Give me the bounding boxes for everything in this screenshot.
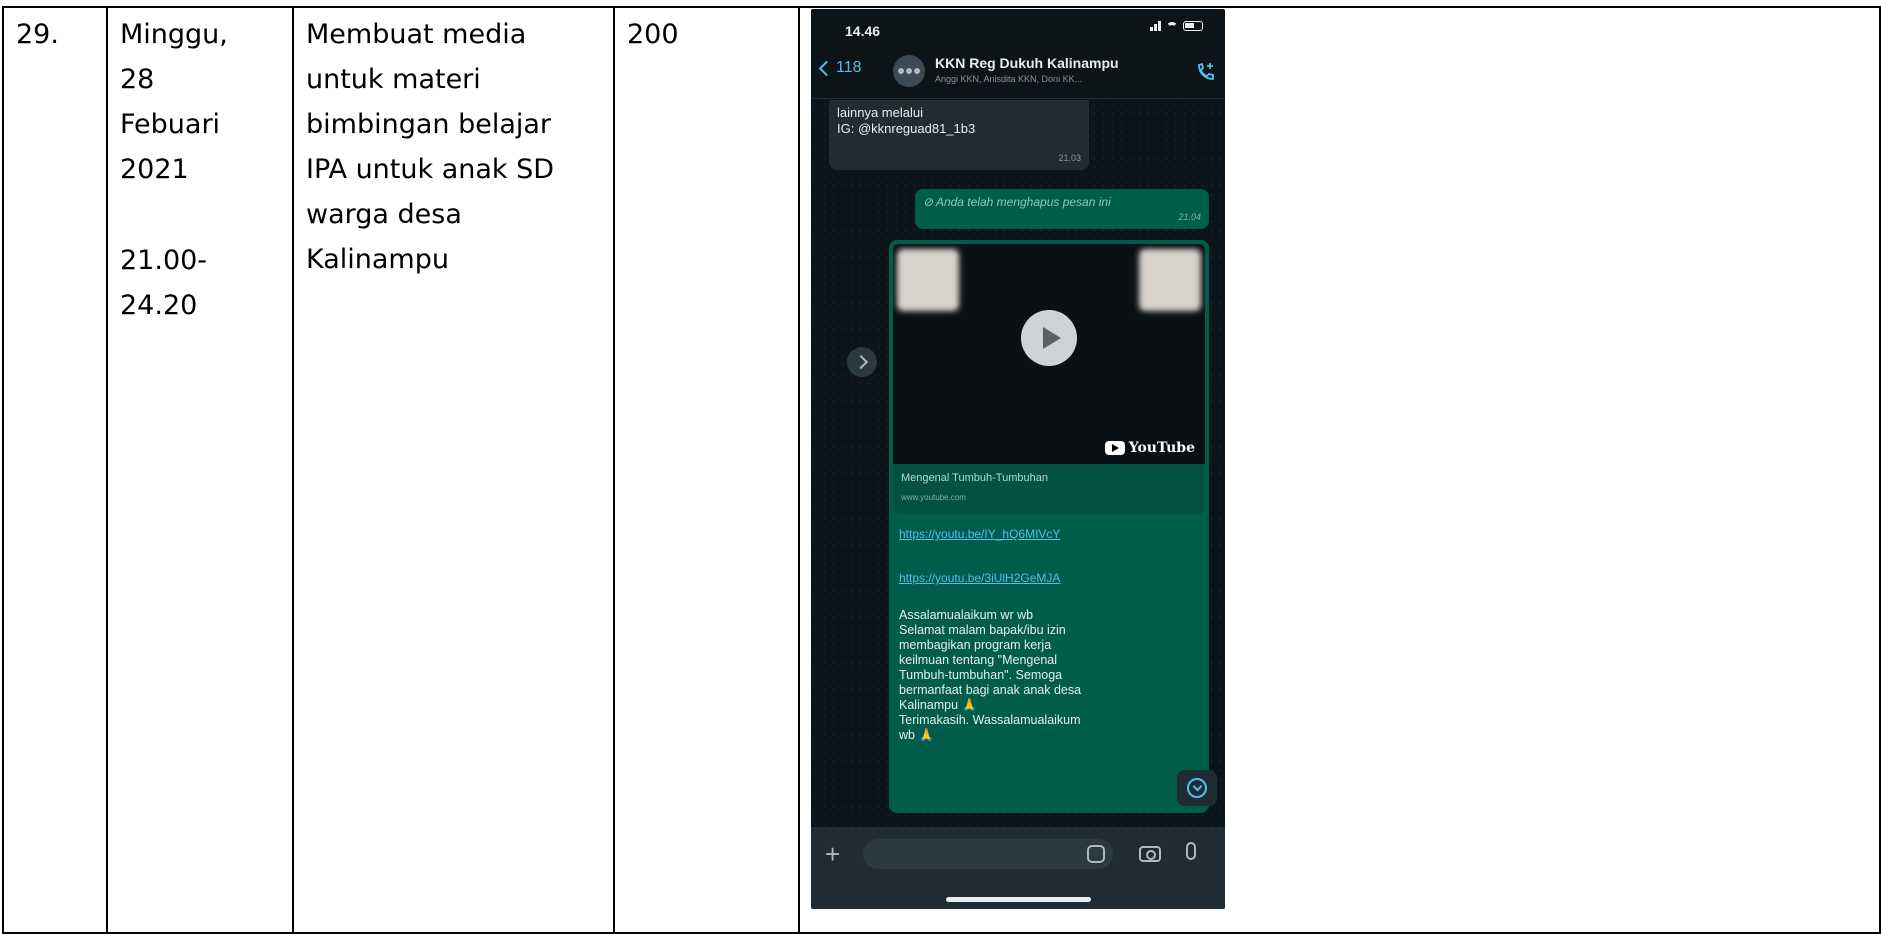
message-input-bar: + <box>811 827 1225 909</box>
chevron-down-circle-icon <box>1187 778 1207 798</box>
link-preview-domain: www.youtube.com <box>901 493 966 502</box>
group-members: Anggi KKN, Anisdita KKN, Doni KK... <box>935 74 1083 84</box>
youtube-logo: YouTube <box>1104 440 1195 456</box>
chevron-left-icon <box>818 60 835 76</box>
add-call-icon[interactable] <box>1195 61 1217 83</box>
microphone-icon[interactable] <box>1186 842 1196 860</box>
number-cell: 29. <box>2 6 108 934</box>
wifi-icon <box>1166 22 1178 31</box>
incoming-message-text: lainnya melalui IG: @kknreguad81_1b3 <box>837 105 976 136</box>
activity-cell: Membuat media untuk materi bimbingan bel… <box>292 6 615 934</box>
chat-header: 118 KKN Reg Dukuh Kalinampu Anggi KKN, A… <box>811 49 1225 99</box>
deleted-message-text: ⊘ Anda telah menghapus pesan ini <box>923 195 1111 209</box>
whatsapp-screenshot: 14.46 118 KKN Reg Dukuh Kalinampu Anggi … <box>811 9 1225 909</box>
plus-icon[interactable]: + <box>825 841 840 867</box>
signal-icon <box>1150 21 1161 31</box>
home-indicator <box>946 897 1091 902</box>
deleted-message[interactable]: ⊘ Anda telah menghapus pesan ini 21.04 <box>915 189 1209 229</box>
evidence-cell: 14.46 118 KKN Reg Dukuh Kalinampu Anggi … <box>798 6 1881 934</box>
group-avatar-icon[interactable] <box>893 55 925 87</box>
youtube-link-1[interactable]: https://youtu.be/IY_hQ6MIVcY <box>893 526 1205 542</box>
sticker-icon[interactable] <box>1087 845 1105 863</box>
scroll-down-button[interactable] <box>1177 770 1217 806</box>
message-time: 21.04 <box>1178 212 1201 222</box>
youtube-link-preview[interactable]: YouTube <box>893 244 1205 464</box>
status-bar: 14.46 <box>811 9 1225 45</box>
back-button[interactable]: 118 <box>818 59 862 77</box>
duration-cell: 200 <box>613 6 800 934</box>
thumbnail-image <box>897 249 959 311</box>
activity-log-table: 29. Minggu, 28 Febuari 2021 21.00- 24.20… <box>2 6 1881 934</box>
link-preview-meta[interactable]: Mengenal Tumbuh-Tumbuhan www.youtube.com <box>893 464 1205 514</box>
duration-value: 200 <box>627 19 679 50</box>
group-name[interactable]: KKN Reg Dukuh Kalinampu <box>935 55 1119 71</box>
status-icons <box>1150 21 1203 31</box>
status-time: 14.46 <box>845 23 881 39</box>
incoming-message[interactable]: lainnya melalui IG: @kknreguad81_1b3 21.… <box>829 100 1089 170</box>
message-time: 21.03 <box>1058 153 1081 163</box>
outgoing-message[interactable]: YouTube Mengenal Tumbuh-Tumbuhan www.you… <box>889 240 1209 813</box>
activity-description: Membuat media untuk materi bimbingan bel… <box>306 19 555 275</box>
date-cell: Minggu, 28 Febuari 2021 21.00- 24.20 <box>106 6 294 934</box>
message-input[interactable] <box>863 839 1113 869</box>
battery-icon <box>1183 21 1203 31</box>
row-number: 29. <box>16 19 59 50</box>
table-row: 29. Minggu, 28 Febuari 2021 21.00- 24.20… <box>2 6 1881 934</box>
youtube-link-2[interactable]: https://youtu.be/3iUlH2GeMJA <box>893 570 1205 586</box>
time-range-text: 21.00- 24.20 <box>120 245 208 321</box>
date-text: Minggu, 28 Febuari 2021 <box>120 19 228 185</box>
message-body: Assalamualaikum wr wb Selamat malam bapa… <box>899 608 1082 742</box>
chat-body[interactable]: lainnya melalui IG: @kknreguad81_1b3 21.… <box>811 100 1225 827</box>
camera-icon[interactable] <box>1139 846 1161 862</box>
unread-count: 118 <box>836 59 862 76</box>
youtube-icon <box>1104 441 1125 455</box>
thumbnail-image <box>1139 249 1201 311</box>
play-icon[interactable] <box>1021 310 1077 366</box>
link-preview-title: Mengenal Tumbuh-Tumbuhan <box>901 472 1048 484</box>
forward-icon[interactable] <box>847 347 877 377</box>
